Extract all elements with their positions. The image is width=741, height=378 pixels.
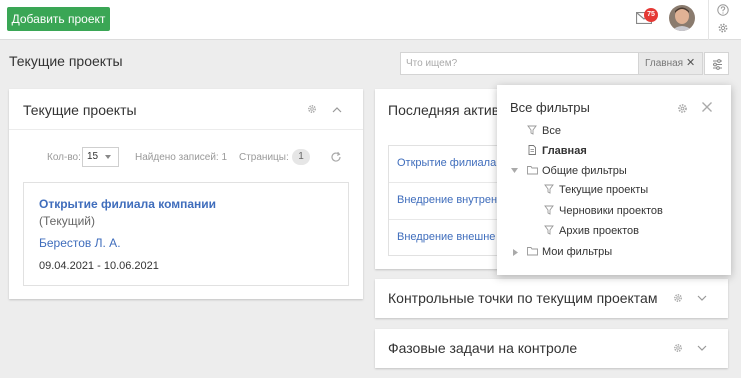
funnel-icon <box>544 184 554 194</box>
close-icon[interactable] <box>701 101 713 113</box>
page-number-button[interactable]: 1 <box>292 149 310 165</box>
filter-settings-button[interactable] <box>704 52 729 75</box>
panel-title: Текущие проекты <box>23 102 137 118</box>
filter-label: Все <box>542 125 561 137</box>
clear-filter-icon[interactable]: ✕ <box>686 53 695 74</box>
panel-settings-icon[interactable] <box>673 343 683 353</box>
chevron-down-icon[interactable] <box>697 295 707 302</box>
panel-title: Контрольные точки по текущим проектам <box>388 290 658 306</box>
pages-label: Страницы: <box>239 152 289 163</box>
count-value: 15 <box>87 151 99 162</box>
sliders-icon <box>713 59 722 70</box>
funnel-icon <box>527 125 537 135</box>
filters-settings-icon[interactable] <box>677 103 688 114</box>
caret-down-icon <box>105 155 111 159</box>
panel-divider <box>9 129 363 130</box>
filter-group-mine[interactable]: Мои фильтры <box>527 244 697 260</box>
refresh-icon[interactable] <box>330 151 342 163</box>
project-title-link[interactable]: Открытие филиала компании <box>39 197 216 211</box>
search-box: Главная ✕ <box>400 52 703 75</box>
document-icon <box>528 145 536 155</box>
filter-group-label: Общие фильтры <box>542 165 627 177</box>
folder-icon <box>527 166 538 175</box>
activity-item-link[interactable]: Внедрение внутрен <box>397 194 497 206</box>
help-icon[interactable] <box>717 4 729 16</box>
activity-item-link[interactable]: Открытие филиала <box>397 157 496 169</box>
settings-gear-icon[interactable] <box>717 22 729 34</box>
funnel-icon <box>544 225 554 235</box>
chevron-up-icon[interactable] <box>332 106 342 113</box>
page-title: Текущие проекты <box>9 53 123 69</box>
filter-project-archive[interactable]: Архив проектов <box>544 223 714 239</box>
filters-dropdown: Все фильтры Все Главная Общие фильтры Те… <box>497 85 731 275</box>
dropdown-title: Все фильтры <box>510 100 590 115</box>
phase-tasks-panel: Фазовые задачи на контроле <box>375 329 728 368</box>
count-select[interactable]: 15 <box>82 147 119 167</box>
filter-label: Черновики проектов <box>559 205 663 217</box>
checkpoints-panel: Контрольные точки по текущим проектам <box>375 279 728 318</box>
count-label: Кол-во: <box>47 152 81 163</box>
notification-badge: 75 <box>644 8 658 22</box>
folder-icon <box>527 247 538 256</box>
topbar-separator <box>708 0 709 40</box>
search-input[interactable] <box>401 53 637 74</box>
filter-group-common[interactable]: Общие фильтры <box>527 163 697 179</box>
chevron-down-icon[interactable] <box>697 345 707 352</box>
filter-current-projects[interactable]: Текущие проекты <box>544 182 714 198</box>
add-project-button[interactable]: Добавить проект <box>7 7 110 31</box>
panel-settings-icon[interactable] <box>307 104 317 114</box>
panel-settings-icon[interactable] <box>673 293 683 303</box>
project-dates: 09.04.2021 - 10.06.2021 <box>39 260 159 272</box>
user-photo-icon <box>669 5 695 31</box>
top-bar: Добавить проект 75 <box>0 0 741 40</box>
project-card[interactable]: Открытие филиала компании (Текущий) Бере… <box>23 182 349 286</box>
filter-label: Архив проектов <box>559 225 639 237</box>
avatar[interactable] <box>669 5 695 31</box>
funnel-icon <box>544 205 554 215</box>
found-records-label: Найдено записей: 1 <box>135 152 228 163</box>
filter-main[interactable]: Главная <box>527 143 677 159</box>
current-projects-panel: Текущие проекты Кол-во: 15 Найдено запис… <box>9 89 363 299</box>
activity-item-link[interactable]: Внедрение внешне <box>397 231 495 243</box>
panel-title: Последняя активн <box>388 102 507 118</box>
filter-group-label: Мои фильтры <box>542 246 613 258</box>
panel-title: Фазовые задачи на контроле <box>388 340 578 356</box>
expand-closed-icon[interactable] <box>513 249 518 256</box>
expand-open-icon[interactable] <box>511 168 518 173</box>
filter-all[interactable]: Все <box>527 123 677 139</box>
filter-label: Главная <box>542 145 587 157</box>
project-manager-link[interactable]: Берестов Л. А. <box>39 236 121 250</box>
active-filter-label: Главная <box>645 58 684 69</box>
active-filter-tag[interactable]: Главная ✕ <box>638 53 702 74</box>
filter-label: Текущие проекты <box>559 184 649 196</box>
filter-project-drafts[interactable]: Черновики проектов <box>544 203 714 219</box>
project-status: (Текущий) <box>39 214 95 228</box>
